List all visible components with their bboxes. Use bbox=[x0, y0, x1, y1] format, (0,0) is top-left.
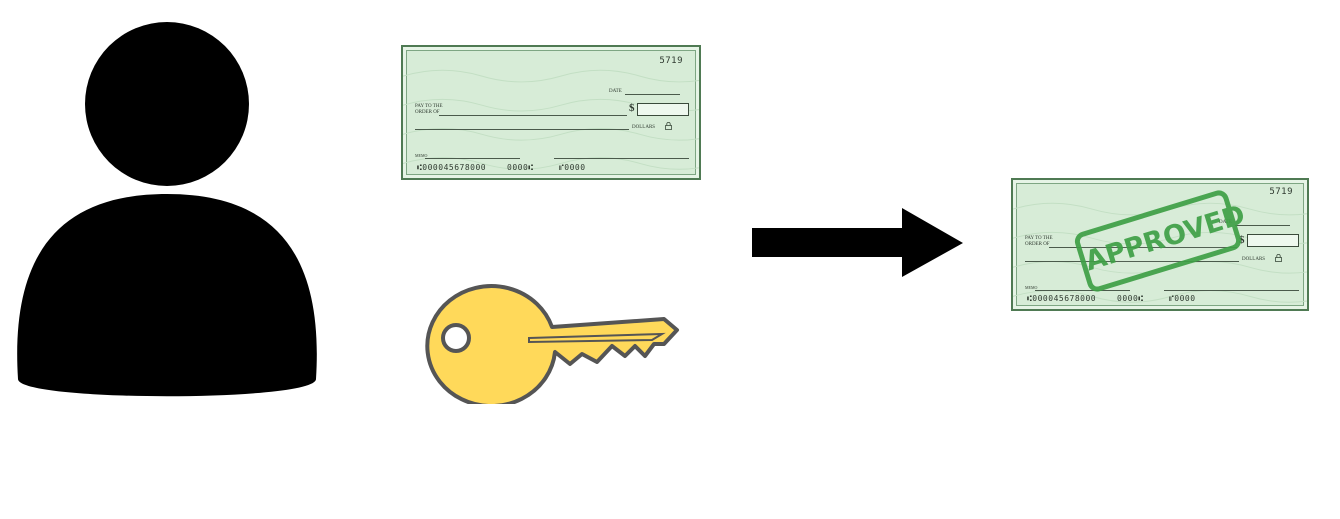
micr-routing: ⑆000045678000 bbox=[417, 163, 487, 172]
person-icon bbox=[17, 22, 317, 397]
micr-account: 0000⑆ bbox=[507, 163, 534, 172]
blank-check: 5719 DATE PAY TO THE ORDER OF $ DOLLARS … bbox=[401, 45, 701, 180]
micr-routing: ⑆000045678000 bbox=[1027, 294, 1097, 303]
arrow-right-icon bbox=[752, 208, 963, 277]
pay-to-label-line2: ORDER OF bbox=[1025, 242, 1050, 247]
micr-check-number: ⑈0000 bbox=[1169, 294, 1196, 303]
padlock-icon bbox=[1275, 254, 1282, 262]
pay-to-label-line2: ORDER OF bbox=[415, 110, 440, 115]
check-number: 5719 bbox=[659, 56, 683, 66]
date-label: DATE bbox=[609, 89, 622, 94]
dollars-label: DOLLARS bbox=[1242, 257, 1266, 262]
pay-to-label-line1: PAY TO THE bbox=[415, 104, 443, 109]
micr-check-number: ⑈0000 bbox=[559, 163, 586, 172]
key-icon bbox=[425, 284, 679, 404]
pay-to-label-line1: PAY TO THE bbox=[1025, 236, 1053, 241]
amount-box bbox=[637, 103, 689, 116]
dollars-label: DOLLARS bbox=[632, 125, 656, 130]
dollar-sign: $ bbox=[629, 102, 635, 114]
check-number: 5719 bbox=[1269, 187, 1293, 197]
micr-account: 0000⑆ bbox=[1117, 294, 1144, 303]
amount-box bbox=[1247, 234, 1299, 247]
padlock-icon bbox=[665, 122, 672, 130]
approved-check: 5719 DATE PAY TO THE ORDER OF $ DOLLARS … bbox=[1011, 178, 1309, 311]
